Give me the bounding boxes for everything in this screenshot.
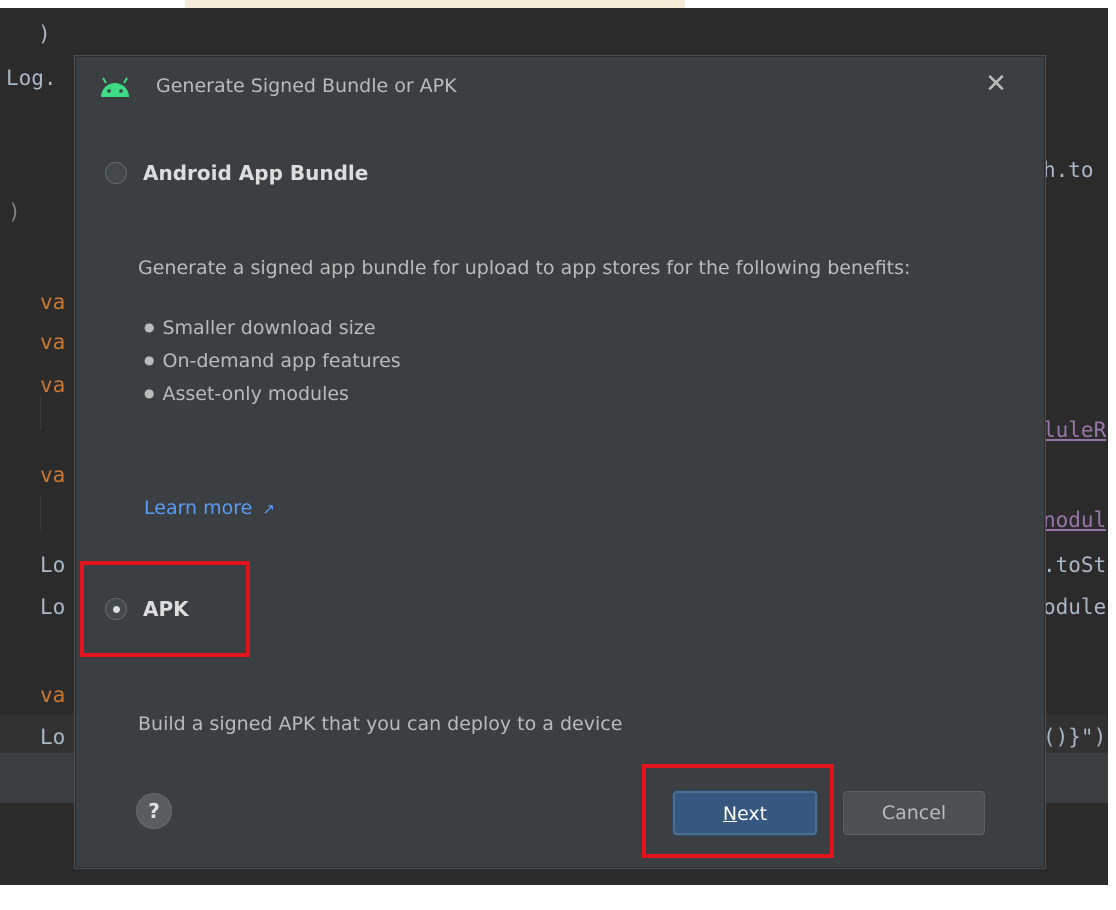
code-line: h.to — [1043, 158, 1094, 182]
external-link-icon: ↗ — [262, 500, 275, 518]
next-label: ext — [737, 803, 768, 825]
cancel-button[interactable]: Cancel — [843, 791, 985, 835]
code-line: nodul — [1043, 508, 1107, 532]
code-line: va — [40, 373, 66, 397]
benefits-list: Smaller download size On-demand app feat… — [144, 312, 401, 411]
code-line: va — [40, 463, 66, 487]
list-item: On-demand app features — [144, 345, 400, 378]
android-icon — [101, 77, 129, 97]
indent-guide — [40, 395, 41, 430]
code-line: Lo — [40, 725, 66, 749]
radio-android-app-bundle[interactable]: Android App Bundle — [105, 161, 368, 185]
indent-guide — [40, 495, 41, 530]
radio-label: APK — [143, 597, 189, 621]
radio-apk[interactable]: APK — [105, 597, 189, 621]
code-line: va — [40, 290, 66, 314]
code-line: Lo — [40, 595, 66, 619]
close-icon[interactable]: ✕ — [981, 69, 1011, 99]
bundle-description: Generate a signed app bundle for upload … — [138, 257, 911, 279]
next-button[interactable]: Next — [673, 791, 817, 835]
dialog-title: Generate Signed Bundle or APK — [156, 75, 457, 97]
learn-more-link[interactable]: Learn more ↗ — [144, 497, 275, 519]
editor-tab-strip — [0, 0, 1108, 8]
generate-signed-dialog: Generate Signed Bundle or APK ✕ Android … — [75, 56, 1045, 868]
radio-button[interactable] — [105, 162, 127, 184]
radio-label: Android App Bundle — [143, 161, 369, 185]
code-line: Lo — [40, 553, 66, 577]
code-line: ()}") — [1043, 725, 1107, 749]
code-line: odule — [1043, 595, 1107, 619]
editor-tab-hint — [185, 0, 685, 8]
code-line: va — [40, 683, 66, 707]
apk-description: Build a signed APK that you can deploy t… — [138, 713, 623, 735]
learn-more-label: Learn more — [144, 497, 253, 519]
code-line: va — [40, 330, 66, 354]
code-line: ) — [8, 200, 21, 224]
list-item: Asset-only modules — [144, 378, 401, 411]
code-line: ) — [38, 22, 51, 46]
code-line: Log. — [6, 66, 57, 90]
code-line: luleR — [1043, 418, 1107, 442]
radio-button-selected[interactable] — [105, 598, 127, 620]
list-item: Smaller download size — [144, 312, 401, 345]
help-button[interactable]: ? — [136, 793, 172, 829]
code-line: .toSt — [1043, 553, 1107, 577]
next-mnemonic: N — [722, 803, 738, 825]
